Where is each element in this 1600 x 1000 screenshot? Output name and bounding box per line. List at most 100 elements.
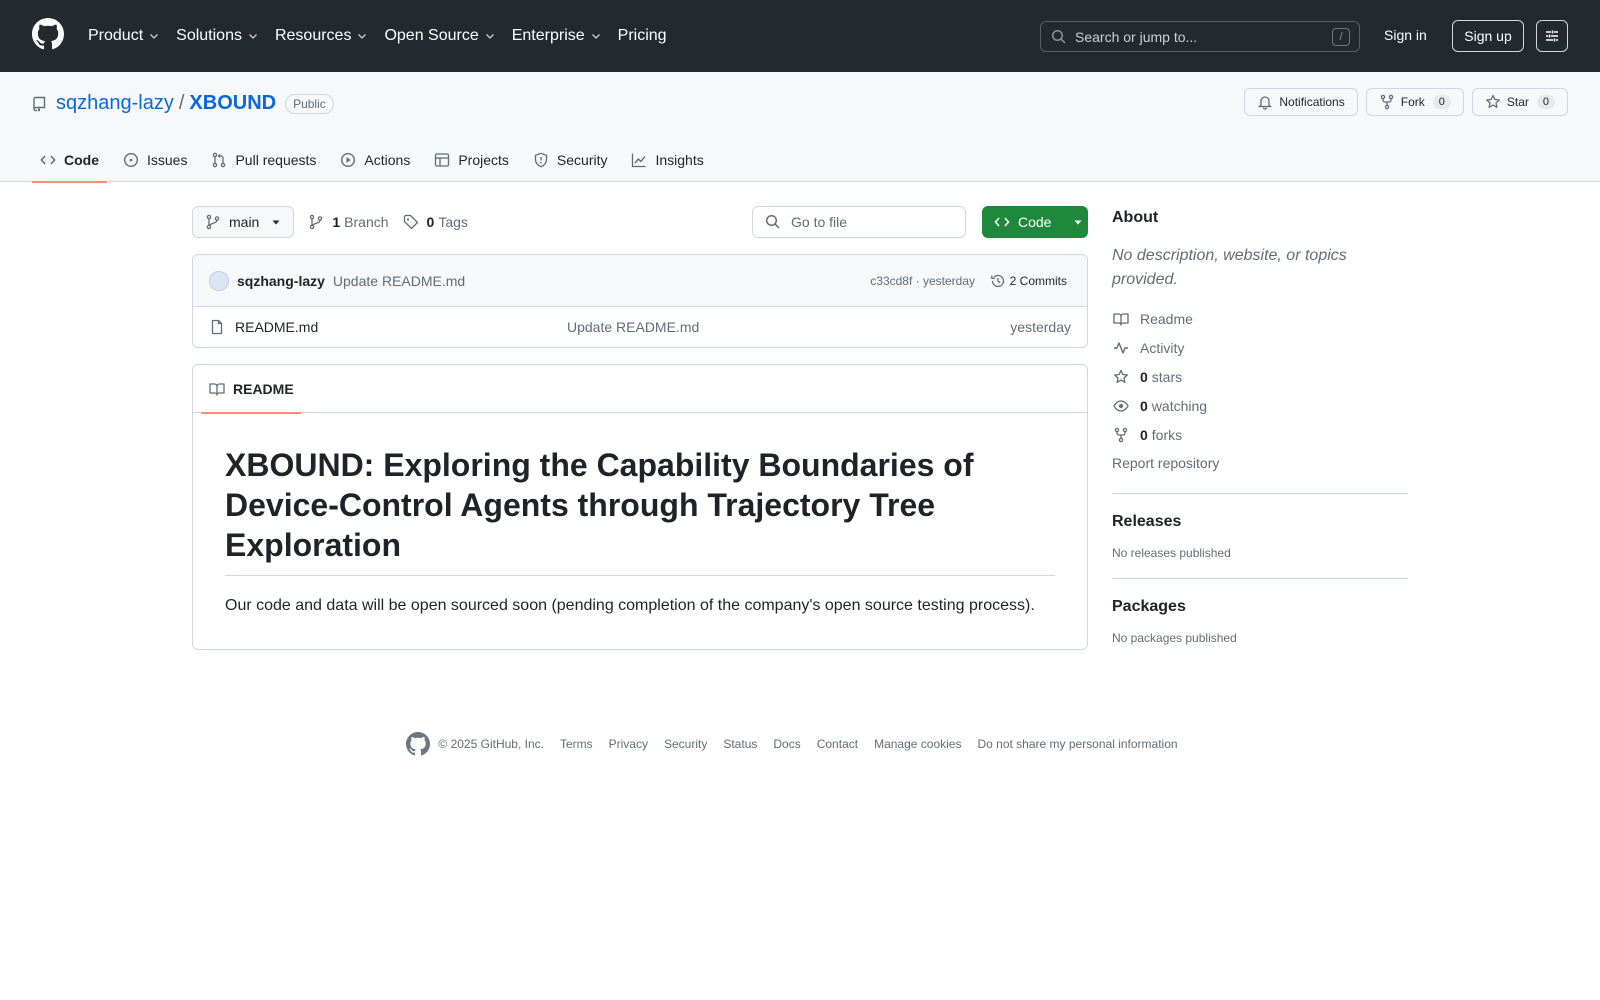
readme-link[interactable]: Readme bbox=[1112, 304, 1408, 333]
play-icon bbox=[341, 152, 356, 168]
branch-label: Branch bbox=[344, 214, 389, 230]
branches-link[interactable]: 1 Branch bbox=[308, 214, 389, 230]
pulse-icon bbox=[1114, 341, 1128, 354]
repo-title: sqzhang-lazy / XBOUND Public bbox=[32, 92, 334, 115]
commits-link[interactable]: 2 Commits bbox=[990, 273, 1067, 289]
star-button[interactable]: Star 0 bbox=[1471, 88, 1568, 116]
tab-pull-requests-label: Pull requests bbox=[235, 152, 317, 168]
nav-enterprise-label: Enterprise bbox=[511, 27, 585, 44]
nav-pricing[interactable]: Pricing bbox=[618, 27, 667, 45]
star-icon bbox=[1485, 94, 1500, 108]
global-nav: Product Solutions Resources Open Source … bbox=[88, 22, 683, 50]
branch-count: 1 bbox=[332, 214, 341, 230]
pull-request-icon bbox=[213, 152, 226, 168]
packages-heading[interactable]: Packages bbox=[1112, 595, 1408, 619]
sign-up-button[interactable]: Sign up bbox=[1452, 20, 1524, 52]
report-repository-link[interactable]: Report repository bbox=[1112, 451, 1408, 475]
avatar[interactable] bbox=[209, 270, 229, 291]
table-icon bbox=[435, 153, 450, 167]
branch-bar: main 1 Branch 0 Tags Go to file Code bbox=[192, 206, 1088, 238]
go-to-file-input[interactable]: Go to file bbox=[752, 206, 966, 238]
repo-owner-link[interactable]: sqzhang-lazy bbox=[56, 92, 174, 115]
tab-code-label: Code bbox=[64, 152, 99, 168]
nav-open-source-label: Open Source bbox=[384, 27, 479, 44]
tab-code[interactable]: Code bbox=[32, 138, 107, 183]
nav-solutions[interactable]: Solutions bbox=[176, 27, 259, 45]
search-icon bbox=[1051, 29, 1066, 44]
footer-link-status[interactable]: Status bbox=[723, 737, 757, 751]
tab-readme[interactable]: README bbox=[201, 365, 301, 414]
notifications-button[interactable]: Notifications bbox=[1244, 88, 1358, 116]
branch-selector[interactable]: main bbox=[192, 206, 295, 238]
fork-icon bbox=[1114, 427, 1128, 442]
nav-resources[interactable]: Resources bbox=[275, 27, 368, 45]
footer-link-docs[interactable]: Docs bbox=[773, 737, 800, 751]
menu-button[interactable] bbox=[1536, 20, 1568, 52]
tab-security[interactable]: Security bbox=[525, 138, 616, 182]
activity-link-label: Activity bbox=[1140, 339, 1185, 356]
nav-enterprise[interactable]: Enterprise bbox=[512, 27, 602, 45]
readme-tabbar: README bbox=[193, 365, 1087, 414]
releases-heading[interactable]: Releases bbox=[1112, 510, 1408, 534]
footer-link-security[interactable]: Security bbox=[664, 737, 707, 751]
footer-link-contact[interactable]: Contact bbox=[817, 737, 858, 751]
fork-count: 0 bbox=[1432, 95, 1451, 109]
code-dropdown-button[interactable]: Code bbox=[982, 206, 1088, 238]
tab-actions[interactable]: Actions bbox=[332, 138, 418, 182]
repo-name-link[interactable]: XBOUND bbox=[189, 92, 276, 115]
latest-commit-row: sqzhang-lazy Update README.md c33cd8f · … bbox=[193, 255, 1087, 307]
footer-link-privacy[interactable]: Privacy bbox=[609, 737, 648, 751]
footer-link-manage-cookies[interactable]: Manage cookies bbox=[874, 737, 961, 751]
forks-link[interactable]: 0 forks bbox=[1112, 420, 1408, 449]
visibility-badge: Public bbox=[285, 93, 334, 114]
releases-empty-text: No releases published bbox=[1112, 546, 1231, 560]
readme-tab-label: README bbox=[233, 381, 294, 397]
github-mark-icon[interactable] bbox=[406, 732, 431, 756]
readme-panel: README XBOUND: Exploring the Capability … bbox=[192, 364, 1088, 650]
caret-down-icon bbox=[272, 220, 280, 225]
fork-button[interactable]: Fork 0 bbox=[1365, 88, 1464, 116]
tag-icon bbox=[403, 214, 418, 230]
stars-link[interactable]: 0 stars bbox=[1112, 362, 1408, 391]
watchers-link[interactable]: 0 watching bbox=[1112, 391, 1408, 420]
repo-header: sqzhang-lazy / XBOUND Public Notificatio… bbox=[0, 72, 1600, 183]
shield-icon bbox=[534, 152, 548, 168]
commit-hash-time[interactable]: c33cd8f · yesterday bbox=[870, 274, 975, 288]
tags-link[interactable]: 0 Tags bbox=[403, 214, 468, 230]
graph-icon bbox=[632, 153, 647, 168]
about-sidebar: About No description, website, or topics… bbox=[1112, 206, 1408, 645]
global-search-input[interactable]: Search or jump to... / bbox=[1040, 21, 1360, 52]
nav-open-source[interactable]: Open Source bbox=[384, 27, 495, 45]
footer: © 2025 GitHub, Inc. Terms Privacy Securi… bbox=[0, 732, 1600, 756]
commit-message-link[interactable]: Update README.md bbox=[333, 273, 465, 289]
history-icon bbox=[990, 274, 1004, 287]
file-commit-message-link[interactable]: Update README.md bbox=[567, 319, 699, 335]
readme-link-label: Readme bbox=[1140, 310, 1193, 327]
footer-link-do-not-share[interactable]: Do not share my personal information bbox=[977, 737, 1177, 751]
search-icon bbox=[765, 214, 780, 229]
nav-resources-label: Resources bbox=[274, 27, 352, 44]
footer-link-terms[interactable]: Terms bbox=[560, 737, 593, 751]
sign-in-link[interactable]: Sign in bbox=[1384, 27, 1427, 43]
issue-icon bbox=[123, 152, 139, 168]
eye-icon bbox=[1113, 399, 1129, 412]
commit-author-link[interactable]: sqzhang-lazy bbox=[237, 273, 325, 289]
tab-issues-label: Issues bbox=[147, 152, 188, 168]
tab-pull-requests[interactable]: Pull requests bbox=[203, 138, 324, 182]
tab-projects[interactable]: Projects bbox=[426, 138, 517, 182]
watching-count: 0 bbox=[1140, 397, 1148, 414]
file-name-link[interactable]: README.md bbox=[235, 319, 318, 335]
main-content: main 1 Branch 0 Tags Go to file Code sqz… bbox=[192, 206, 1088, 650]
tab-security-label: Security bbox=[556, 152, 608, 168]
about-links: Readme Activity 0 stars 0 watching 0 for… bbox=[1112, 304, 1408, 449]
tab-insights[interactable]: Insights bbox=[623, 138, 711, 182]
github-logo-icon[interactable] bbox=[32, 18, 64, 50]
chevron-down-icon bbox=[150, 34, 159, 39]
tab-issues[interactable]: Issues bbox=[115, 138, 195, 182]
file-row[interactable]: README.md Update README.md yesterday bbox=[193, 307, 1087, 347]
star-label: Star bbox=[1506, 95, 1529, 109]
nav-product[interactable]: Product bbox=[88, 27, 160, 45]
activity-link[interactable]: Activity bbox=[1112, 333, 1408, 362]
repo-actions: Notifications Fork 0 Star 0 bbox=[1236, 88, 1568, 116]
branch-icon bbox=[310, 214, 323, 230]
